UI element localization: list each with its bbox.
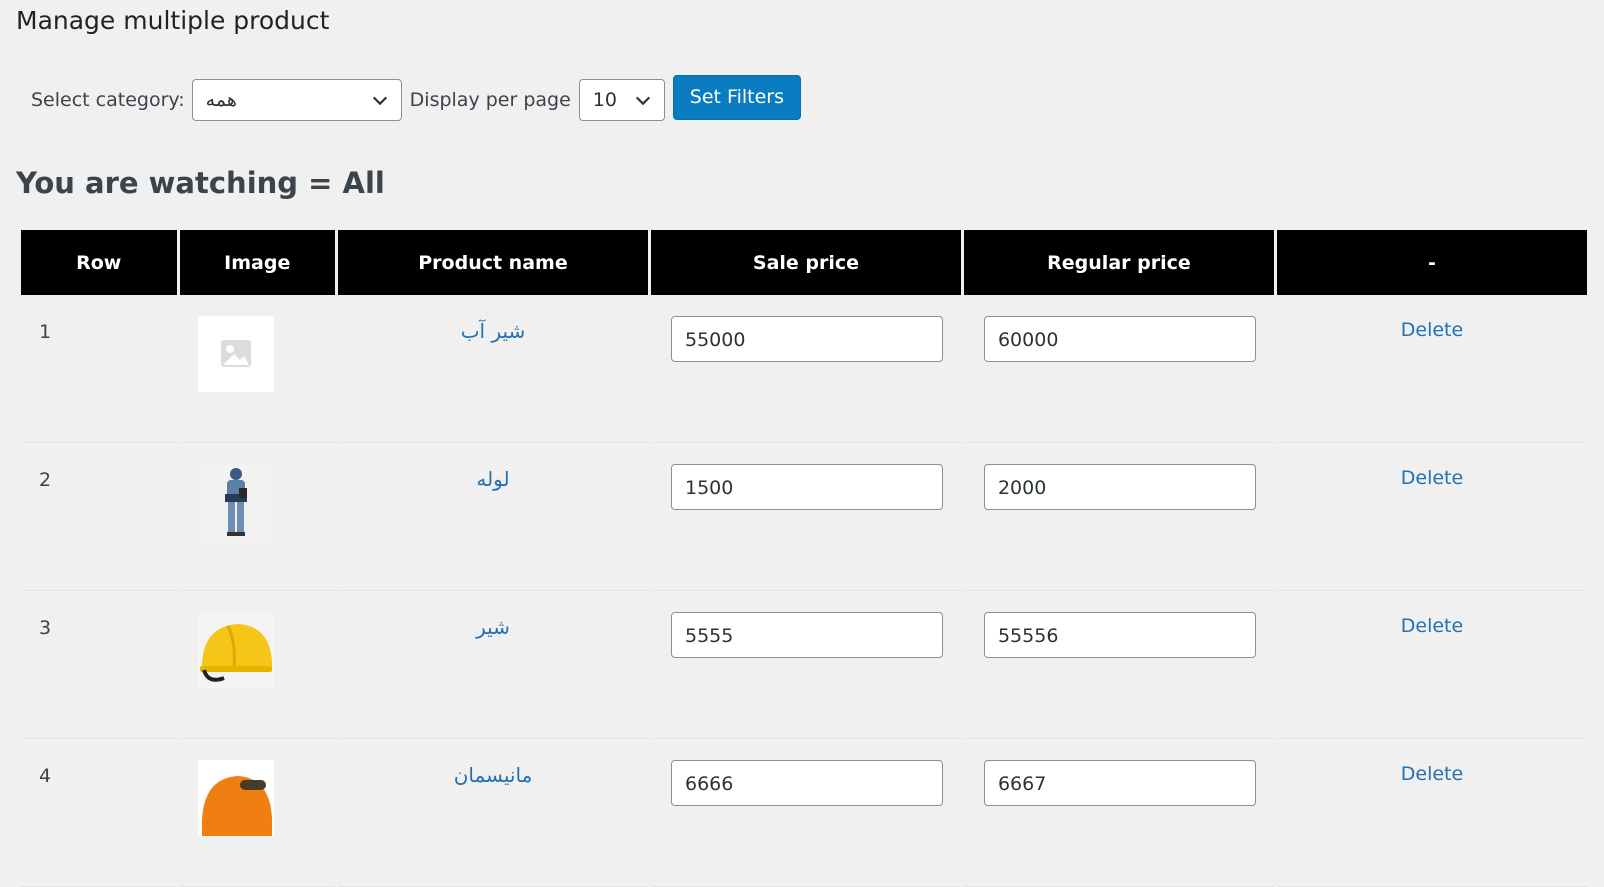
regular-price-cell: 6667 bbox=[963, 739, 1274, 887]
table-row: 1 شیر آب 55000 60000 Delete bbox=[21, 295, 1587, 443]
row-number: 2 bbox=[21, 443, 177, 591]
chevron-down-icon bbox=[635, 96, 650, 106]
image-cell bbox=[179, 443, 335, 591]
product-name-link[interactable]: مانیسمان bbox=[338, 739, 648, 887]
image-cell bbox=[179, 739, 335, 887]
placeholder-image-icon bbox=[197, 316, 274, 392]
delete-link[interactable]: Delete bbox=[1276, 591, 1587, 739]
regular-price-cell: 60000 bbox=[963, 295, 1274, 443]
regular-price-input[interactable]: 60000 bbox=[983, 316, 1256, 362]
sale-price-cell: 5555 bbox=[650, 591, 961, 739]
product-name-link[interactable]: شیر آب bbox=[338, 295, 648, 443]
sale-price-input[interactable]: 6666 bbox=[670, 760, 943, 806]
regular-price-input[interactable]: 55556 bbox=[983, 612, 1256, 658]
yellow-helmet-icon bbox=[197, 612, 274, 688]
header-product-name: Product name bbox=[338, 230, 648, 295]
header-regular-price: Regular price bbox=[963, 230, 1274, 295]
per-page-select[interactable]: 10 bbox=[578, 79, 665, 121]
table-row: 2 لوله 1500 2000 Delete bbox=[21, 443, 1587, 591]
row-number: 1 bbox=[21, 295, 177, 443]
header-row: Row bbox=[21, 230, 177, 295]
sale-price-cell: 55000 bbox=[650, 295, 961, 443]
worker-photo-icon bbox=[197, 464, 274, 540]
row-number: 4 bbox=[21, 739, 177, 887]
category-select-value: همه bbox=[205, 89, 237, 111]
row-number: 3 bbox=[21, 591, 177, 739]
table-row: 4 مانیسمان 6666 6667 Delete bbox=[21, 739, 1587, 887]
per-page-select-value: 10 bbox=[592, 89, 617, 111]
header-image: Image bbox=[179, 230, 335, 295]
image-cell bbox=[179, 295, 335, 443]
delete-link[interactable]: Delete bbox=[1276, 295, 1587, 443]
sale-price-input[interactable]: 55000 bbox=[670, 316, 943, 362]
sale-price-cell: 6666 bbox=[650, 739, 961, 887]
header-actions: - bbox=[1276, 230, 1587, 295]
regular-price-cell: 55556 bbox=[963, 591, 1274, 739]
sale-price-cell: 1500 bbox=[650, 443, 961, 591]
filter-bar: Select category: همه Display per page 10… bbox=[31, 74, 801, 124]
sale-price-input[interactable]: 5555 bbox=[670, 612, 943, 658]
sale-price-input[interactable]: 1500 bbox=[670, 464, 943, 510]
regular-price-input[interactable]: 2000 bbox=[983, 464, 1256, 510]
delete-link[interactable]: Delete bbox=[1276, 739, 1587, 887]
delete-link[interactable]: Delete bbox=[1276, 443, 1587, 591]
per-page-label: Display per page bbox=[409, 89, 571, 111]
table-row: 3 شیر 5555 55556 Delete bbox=[21, 591, 1587, 739]
image-cell bbox=[179, 591, 335, 739]
regular-price-input[interactable]: 6667 bbox=[983, 760, 1256, 806]
page-title: Manage multiple product bbox=[16, 6, 330, 35]
watching-heading: You are watching = All bbox=[16, 166, 385, 200]
product-name-link[interactable]: لوله bbox=[338, 443, 648, 591]
orange-helmet-icon bbox=[197, 760, 274, 836]
category-select[interactable]: همه bbox=[191, 79, 402, 121]
product-name-link[interactable]: شیر bbox=[338, 591, 648, 739]
set-filters-button[interactable]: Set Filters bbox=[672, 74, 801, 120]
chevron-down-icon bbox=[372, 96, 387, 106]
header-sale-price: Sale price bbox=[650, 230, 961, 295]
category-label: Select category: bbox=[31, 89, 185, 111]
regular-price-cell: 2000 bbox=[963, 443, 1274, 591]
table-header-row: Row Image Product name Sale price Regula… bbox=[21, 230, 1587, 295]
products-table: Row Image Product name Sale price Regula… bbox=[18, 230, 1590, 887]
